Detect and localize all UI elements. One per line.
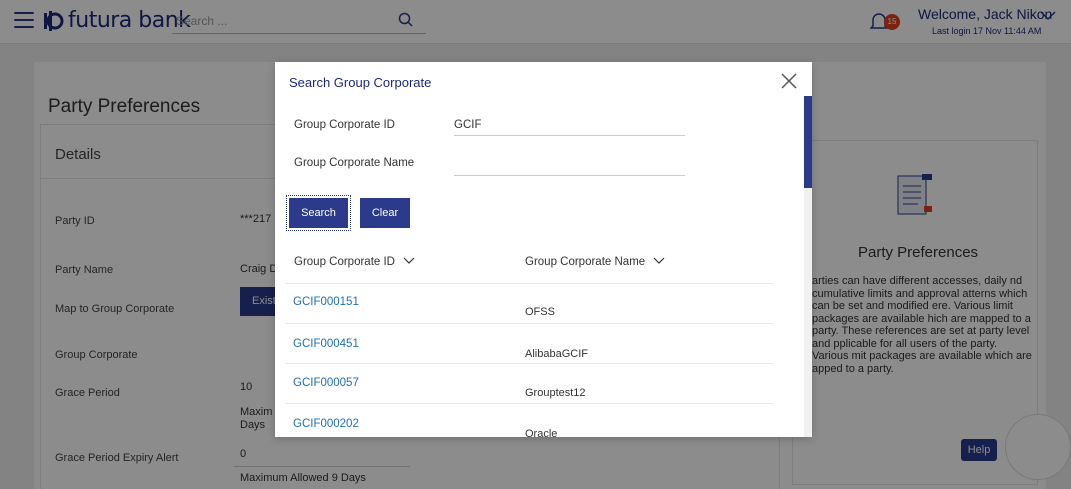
search-group-corporate-modal: Search Group Corporate Group Corporate I…: [275, 62, 812, 437]
column-header-group-corporate-id[interactable]: Group Corporate ID: [294, 256, 415, 268]
group-corporate-name-label: Group Corporate Name: [294, 157, 415, 169]
column-header-group-corporate-name[interactable]: Group Corporate Name: [525, 256, 665, 268]
group-corporate-name-cell: AlibabaGCIF: [525, 348, 588, 360]
table-row: GCIF000057 Grouptest12: [285, 364, 773, 402]
table-row: GCIF000451 AlibabaGCIF: [285, 324, 773, 362]
group-corporate-id-link[interactable]: GCIF000451: [293, 338, 359, 350]
group-corporate-name-cell: Oracle: [525, 428, 558, 437]
group-corporate-id-link[interactable]: GCIF000202: [293, 418, 359, 430]
group-corporate-id-input[interactable]: [454, 114, 685, 136]
close-icon[interactable]: [779, 71, 799, 91]
group-corporate-id-link[interactable]: GCIF000057: [293, 377, 359, 389]
group-corporate-name-cell: Grouptest12: [525, 387, 586, 399]
search-button[interactable]: Search: [286, 195, 351, 231]
table-row: GCIF000202 Oracle: [285, 404, 773, 437]
group-corporate-name-cell: OFSS: [525, 306, 555, 318]
group-corporate-id-link[interactable]: GCIF000151: [293, 296, 359, 308]
column-header-label: Group Corporate ID: [294, 256, 395, 268]
chevron-down-icon[interactable]: [403, 256, 415, 268]
scrollbar-thumb[interactable]: [804, 96, 812, 188]
modal-title: Search Group Corporate: [289, 75, 432, 90]
chevron-down-icon[interactable]: [653, 256, 665, 268]
column-header-label: Group Corporate Name: [525, 256, 646, 268]
group-corporate-id-label: Group Corporate ID: [294, 119, 395, 131]
group-corporate-name-input[interactable]: [454, 154, 685, 176]
table-row: GCIF000151 OFSS: [285, 284, 773, 322]
clear-button[interactable]: Clear: [360, 198, 410, 228]
